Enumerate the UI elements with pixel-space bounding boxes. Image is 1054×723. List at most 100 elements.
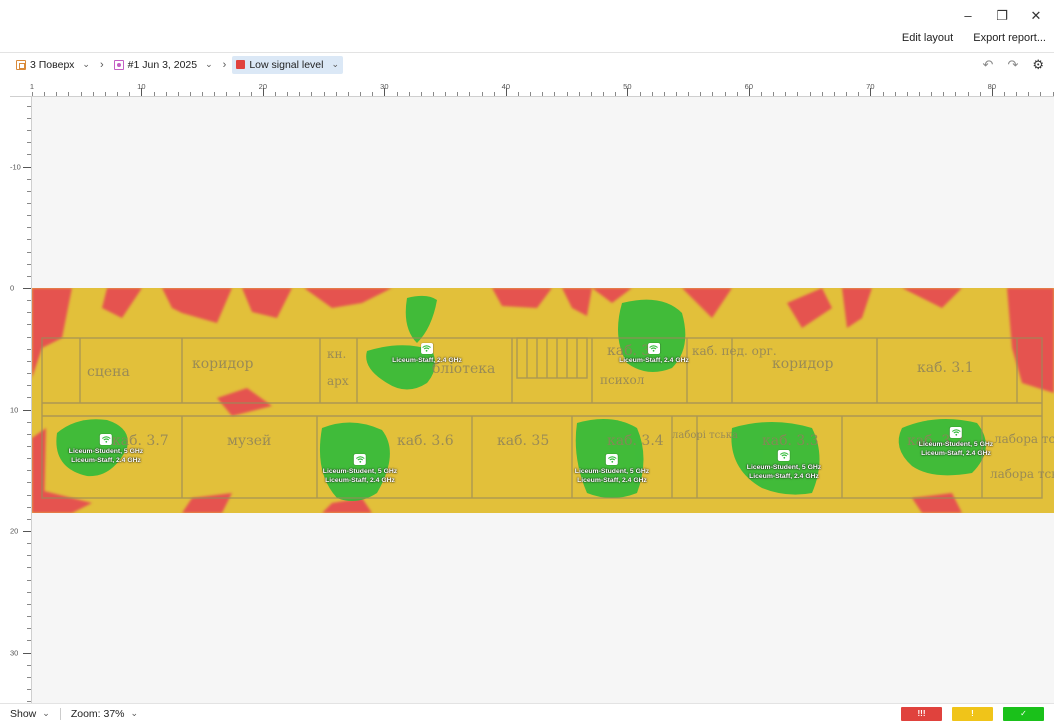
ruler-tick xyxy=(27,130,31,132)
room-label: каб. 3.4 xyxy=(607,433,664,449)
ruler-tick xyxy=(882,92,884,96)
wifi-icon xyxy=(100,434,112,445)
access-point-marker[interactable]: Liceum-Student, 5 GHz Liceum-Staff, 2.4 … xyxy=(919,427,993,458)
show-menu[interactable]: Show ⌄ xyxy=(10,708,50,720)
room-label: лабора тська xyxy=(990,467,1054,481)
ruler-label: 10 xyxy=(137,82,146,91)
show-label: Show xyxy=(10,707,37,720)
room-label: каб. 3.1 xyxy=(917,360,974,376)
ruler-tick xyxy=(955,92,957,96)
ruler-tick xyxy=(1028,92,1030,96)
room-label: каб. пед. орг. xyxy=(692,344,777,358)
redo-icon[interactable]: ↷ xyxy=(1007,57,1018,73)
ruler-tick xyxy=(27,470,31,472)
ruler-tick xyxy=(797,92,799,96)
ruler-tick xyxy=(23,409,31,411)
room-label: лабора тська xyxy=(994,432,1054,446)
room-label: сцена xyxy=(87,364,130,380)
visualization-selector[interactable]: Low signal level ⌄ xyxy=(232,55,344,74)
heatmap-base xyxy=(32,288,1054,513)
ruler-tick xyxy=(27,664,31,666)
room-label: лаборі тська xyxy=(672,430,738,441)
minimize-button[interactable]: – xyxy=(960,8,976,24)
ruler-tick xyxy=(651,92,653,96)
edit-layout-button[interactable]: Edit layout xyxy=(902,32,953,44)
close-button[interactable]: ✕ xyxy=(1028,8,1044,24)
wifi-icon xyxy=(606,454,618,465)
ruler-tick xyxy=(846,92,848,96)
ruler-tick xyxy=(44,92,46,96)
access-point-marker[interactable]: Liceum-Staff, 2.4 GHz xyxy=(392,343,462,365)
legend-bad-button[interactable]: !!! xyxy=(901,707,942,721)
ruler-tick xyxy=(27,202,31,204)
ruler-tick xyxy=(979,92,981,96)
chevron-down-icon: ⌄ xyxy=(331,59,340,69)
room-label: коридор xyxy=(772,356,834,372)
ruler-tick xyxy=(80,92,82,96)
ruler-tick xyxy=(27,263,31,265)
snapshot-selector[interactable]: #1 Jun 3, 2025 ⌄ xyxy=(110,56,217,74)
room-label: каб. 35 xyxy=(497,433,549,449)
ruler-tick xyxy=(27,215,31,217)
ruler-tick xyxy=(347,92,349,96)
top-actions: Edit layout Export report... xyxy=(902,32,1046,44)
ruler-label: 20 xyxy=(10,526,19,536)
access-point-marker[interactable]: Liceum-Student, 5 GHz Liceum-Staff, 2.4 … xyxy=(69,434,143,465)
ruler-tick xyxy=(23,531,31,532)
ap-ssid-label: Liceum-Staff, 2.4 GHz xyxy=(619,357,689,364)
ruler-tick xyxy=(238,92,240,96)
ruler-tick xyxy=(420,92,422,96)
ruler-tick xyxy=(27,312,31,314)
ruler-label: 40 xyxy=(501,82,511,91)
ruler-tick xyxy=(27,445,31,447)
floor-plan-canvas[interactable]: сцена коридор кн. арх бліотека каб. 3 пс… xyxy=(32,97,1054,703)
ruler-tick xyxy=(23,652,31,654)
ap-ssid-label: Liceum-Student, 5 GHz xyxy=(322,468,398,475)
ruler-tick xyxy=(360,92,362,96)
divider xyxy=(59,707,61,720)
ruler-tick xyxy=(27,688,31,690)
undo-icon[interactable]: ↶ xyxy=(983,57,994,73)
ruler-tick xyxy=(27,275,31,277)
ruler-tick xyxy=(736,92,738,96)
ruler-tick xyxy=(590,92,592,96)
ruler-tick xyxy=(27,579,31,581)
floor-plan-icon xyxy=(16,59,26,70)
room-label: арх xyxy=(327,374,349,388)
ruler-tick xyxy=(27,676,31,678)
ruler-label: 20 xyxy=(258,82,268,91)
floor-selector[interactable]: 3 Поверх ⌄ xyxy=(12,56,94,74)
ruler-tick xyxy=(542,92,544,96)
access-point-marker[interactable]: Liceum-Student, 5 GHz Liceum-Staff, 2.4 … xyxy=(323,454,397,485)
ruler-tick xyxy=(858,92,860,96)
ruler-tick xyxy=(27,701,31,703)
ruler-tick xyxy=(27,348,31,350)
ruler-tick xyxy=(27,190,31,192)
ruler-tick xyxy=(457,92,459,96)
ruler-tick xyxy=(27,397,31,399)
ruler-label: 30 xyxy=(380,82,389,91)
chevron-down-icon: ⌄ xyxy=(82,59,90,69)
ruler-tick xyxy=(56,92,58,96)
ruler-tick xyxy=(688,92,690,96)
ruler-tick xyxy=(481,92,483,96)
ruler-tick xyxy=(27,482,31,484)
access-point-marker[interactable]: Liceum-Student, 5 GHz Liceum-Staff, 2.4 … xyxy=(575,454,649,485)
ruler-tick xyxy=(1052,92,1054,96)
access-point-marker[interactable]: Liceum-Staff, 2.4 GHz xyxy=(619,343,689,365)
ruler-tick xyxy=(675,92,677,96)
legend-good-button[interactable]: ✓ xyxy=(1003,707,1044,721)
restore-button[interactable]: ❐ xyxy=(994,8,1010,24)
ruler-tick xyxy=(603,92,605,96)
zoom-menu[interactable]: Zoom: 37% ⌄ xyxy=(71,708,138,720)
access-point-marker[interactable]: Liceum-Student, 5 GHz Liceum-Staff, 2.4 … xyxy=(747,450,821,481)
wifi-icon xyxy=(950,427,962,438)
export-report-button[interactable]: Export report... xyxy=(973,32,1046,44)
legend-warning-button[interactable]: ! xyxy=(952,707,993,721)
settings-icon[interactable]: ⚙ xyxy=(1032,57,1044,73)
breadcrumb: 3 Поверх ⌄ › #1 Jun 3, 2025 ⌄ › Low sign… xyxy=(0,52,1054,76)
ruler-tick xyxy=(311,92,313,96)
ruler-label: 0 xyxy=(10,283,15,293)
ruler-tick xyxy=(27,360,31,362)
ruler-tick xyxy=(469,92,471,96)
